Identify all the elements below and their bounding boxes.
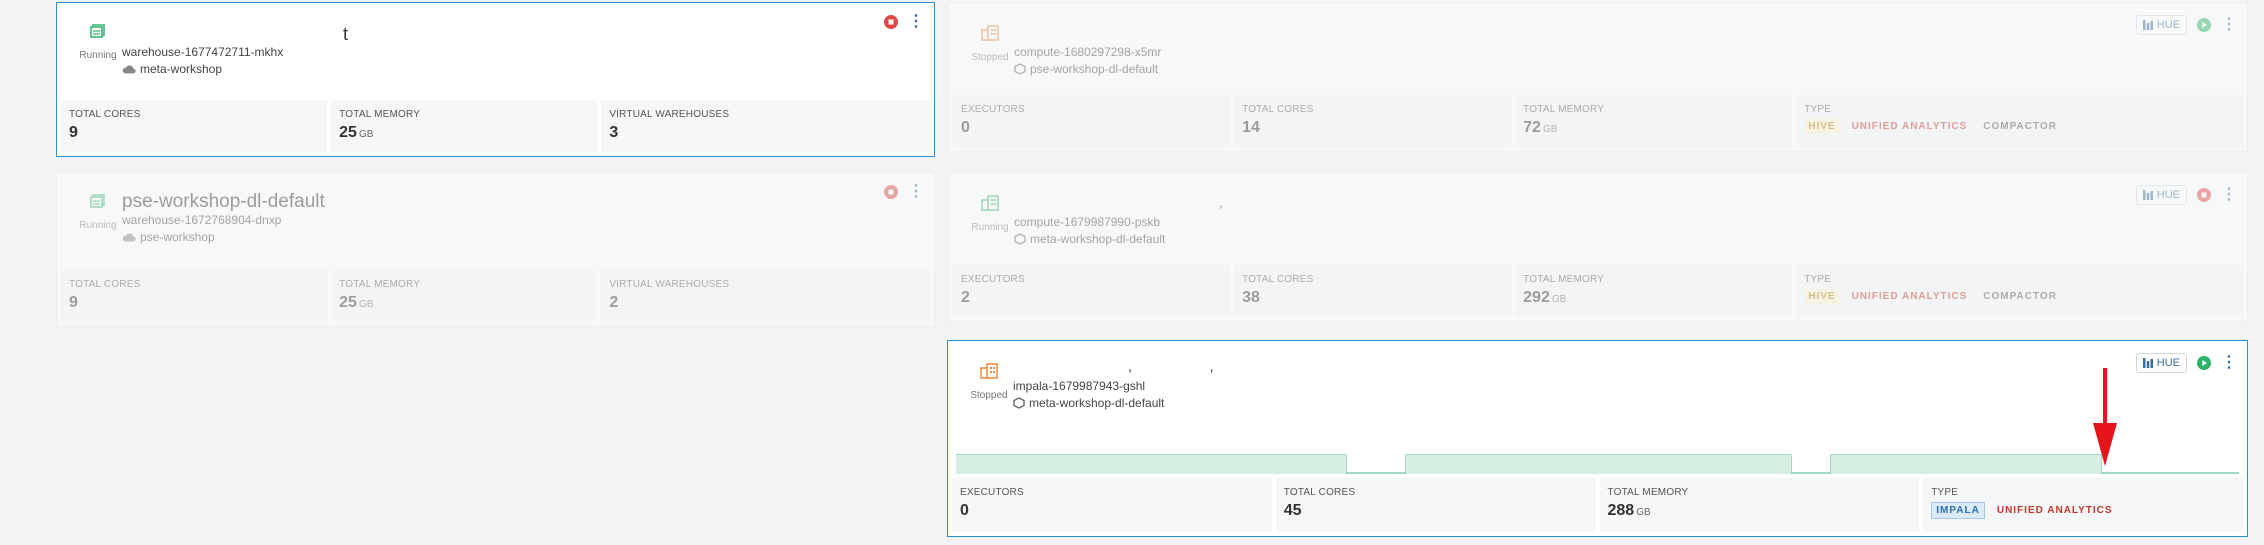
activity-timeline: [956, 454, 2239, 474]
metric-total-memory: TOTAL MEMORY 292 GB: [1515, 265, 1793, 317]
stop-icon[interactable]: [884, 15, 898, 29]
metric-total-memory: TOTAL MEMORY 25 GB: [331, 100, 598, 152]
status-block: Running: [67, 23, 129, 63]
status-label: Running: [971, 222, 1009, 233]
metric-virtual-warehouses: VIRTUAL WAREHOUSES 2: [601, 270, 930, 322]
hue-logo-icon: [2142, 20, 2153, 30]
stop-icon[interactable]: [2197, 188, 2211, 202]
hue-button[interactable]: HUE: [2135, 15, 2187, 35]
cloud-icon: [122, 233, 136, 242]
metric-executors: EXECUTORS 0: [953, 95, 1231, 147]
status-label: Stopped: [970, 390, 1008, 401]
environment-name: pse-workshop: [140, 230, 215, 244]
status-label: Stopped: [971, 52, 1009, 63]
database-stack-icon: [90, 24, 105, 38]
hue-logo-icon: [2142, 358, 2153, 368]
environment-name: meta-workshop-dl-default: [1030, 232, 1166, 246]
warehouse-building-icon: [981, 25, 999, 41]
environment-name: meta-workshop-dl-default: [1029, 396, 1165, 410]
virtual-warehouse-card-impala-gshl[interactable]: Stopped , , impala-1679987943-gshl meta-…: [947, 340, 2248, 537]
activity-segment: [1831, 455, 2101, 474]
more-options-icon[interactable]: ⋮: [2221, 187, 2237, 203]
warehouse-building-icon: [981, 195, 999, 211]
type-tag-unified-analytics: UNIFIED ANALYTICS: [1851, 121, 1968, 132]
type-tag-unified-analytics: UNIFIED ANALYTICS: [1851, 291, 1968, 302]
status-label: Running: [79, 220, 117, 231]
database-stack-icon: [90, 194, 105, 208]
metric-total-memory: TOTAL MEMORY 288 GB: [1599, 478, 1920, 532]
type-tag-hive: HIVE: [1804, 119, 1840, 134]
type-tag-hive: HIVE: [1804, 289, 1840, 304]
database-catalog-card-meta-workshop[interactable]: Running t warehouse-1677472711-mkhx meta…: [56, 2, 935, 157]
environment: meta-workshop: [122, 62, 814, 76]
more-options-icon[interactable]: ⋮: [2221, 17, 2237, 33]
activity-segment: [956, 455, 1346, 474]
type-tag-unified-analytics: UNIFIED ANALYTICS: [1996, 505, 2113, 516]
type-tag-compactor: COMPACTOR: [1983, 121, 2057, 132]
more-options-icon[interactable]: ⋮: [908, 14, 924, 30]
hue-logo-icon: [2142, 190, 2153, 200]
status-block: Stopped: [959, 25, 1021, 65]
database-catalog-icon: [1014, 233, 1026, 245]
status-block: Running: [959, 195, 1021, 235]
database-catalog-icon: [1014, 63, 1026, 75]
database-catalog-card-pse-workshop[interactable]: Running pse-workshop-dl-default warehous…: [56, 172, 935, 327]
more-options-icon[interactable]: ⋮: [908, 184, 924, 200]
environment-name: meta-workshop: [140, 62, 223, 76]
warehouse-name: ,: [1219, 194, 1223, 210]
start-icon[interactable]: [2197, 356, 2211, 370]
type-tag-compactor: COMPACTOR: [1983, 291, 2057, 302]
status-label: Running: [79, 50, 117, 61]
metric-executors: EXECUTORS 0: [952, 478, 1272, 532]
environment: meta-workshop-dl-default: [1013, 396, 2127, 410]
metric-type: TYPE IMPALA UNIFIED ANALYTICS: [1923, 478, 2243, 532]
metric-type: TYPE HIVE UNIFIED ANALYTICS COMPACTOR: [1796, 265, 2244, 317]
environment: meta-workshop-dl-default: [1014, 232, 2127, 246]
cloud-icon: [122, 65, 136, 74]
metric-total-cores: TOTAL CORES 38: [1234, 265, 1512, 317]
catalog-id: warehouse-1677472711-mkhx: [122, 45, 284, 59]
stop-icon[interactable]: [884, 185, 898, 199]
hue-button[interactable]: HUE: [2135, 353, 2187, 373]
metric-total-cores: TOTAL CORES 9: [61, 270, 328, 322]
catalog-name: t: [343, 24, 349, 44]
metric-executors: EXECUTORS 2: [953, 265, 1231, 317]
metric-total-cores: TOTAL CORES 9: [61, 100, 328, 152]
virtual-warehouse-card-compute-x5mr[interactable]: Stopped compute-1680297298-x5mr pse-work…: [948, 2, 2248, 152]
start-icon[interactable]: [2197, 18, 2211, 32]
metric-total-memory: TOTAL MEMORY 25 GB: [331, 270, 598, 322]
warehouse-building-icon: [980, 363, 998, 379]
environment-name: pse-workshop-dl-default: [1030, 62, 1159, 76]
virtual-warehouse-card-compute-pskb[interactable]: Running , compute-1679987990-pskb meta-w…: [948, 172, 2248, 322]
environment: pse-workshop: [122, 230, 814, 244]
hue-button[interactable]: HUE: [2135, 185, 2187, 205]
warehouse-id: compute-1680297298-x5mr: [1014, 45, 1162, 59]
metric-total-memory: TOTAL MEMORY 72 GB: [1515, 95, 1793, 147]
catalog-name: pse-workshop-dl-default: [122, 191, 325, 212]
database-catalog-icon: [1013, 397, 1025, 409]
metric-virtual-warehouses: VIRTUAL WAREHOUSES 3: [601, 100, 930, 152]
catalog-id: warehouse-1672768904-dnxp: [122, 213, 282, 227]
status-block: Running: [67, 193, 129, 233]
metric-total-cores: TOTAL CORES 14: [1234, 95, 1512, 147]
annotation-arrow: [2093, 368, 2117, 466]
metric-type: TYPE HIVE UNIFIED ANALYTICS COMPACTOR: [1796, 95, 2244, 147]
warehouse-id: compute-1679987990-pskb: [1014, 215, 1161, 229]
activity-segment: [1406, 455, 1791, 474]
metric-total-cores: TOTAL CORES 45: [1275, 478, 1596, 532]
status-block: Stopped: [958, 363, 1020, 403]
more-options-icon[interactable]: ⋮: [2221, 355, 2237, 371]
warehouse-id: impala-1679987943-gshl: [1013, 379, 1146, 393]
warehouse-name: , ,: [1128, 358, 1214, 374]
environment: pse-workshop-dl-default: [1014, 62, 2127, 76]
type-tag-impala: IMPALA: [1931, 502, 1985, 519]
